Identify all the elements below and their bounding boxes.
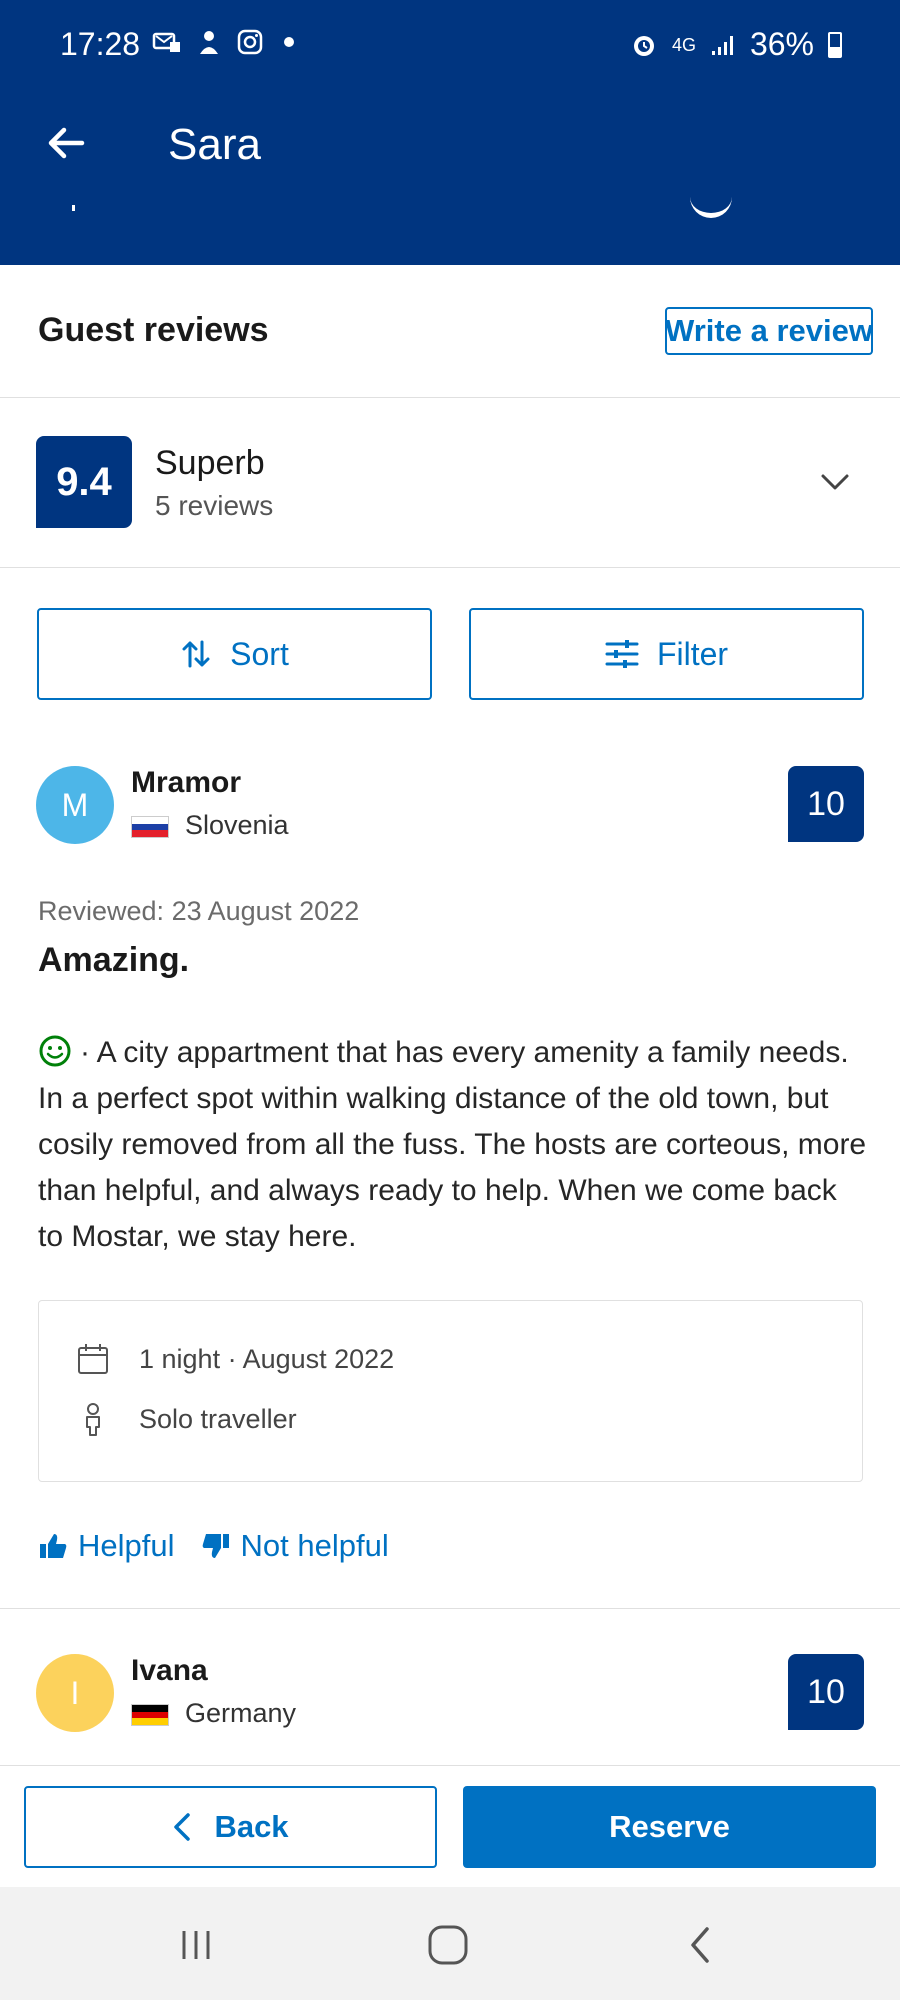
review-author: I Ivana Germany 10 (0, 1654, 900, 1754)
filter-button[interactable]: Filter (469, 608, 864, 700)
traveller-type: Solo traveller (75, 1401, 297, 1437)
signal-icon (711, 35, 733, 55)
app-notification-icon (200, 31, 218, 54)
stay-duration: 1 night · August 2022 (75, 1341, 394, 1377)
helpful-button[interactable]: Helpful (38, 1528, 175, 1564)
reviewed-date: Reviewed: 23 August 2022 (38, 896, 360, 926)
review-title: Amazing. (38, 941, 190, 979)
calendar-icon (78, 1344, 108, 1374)
smiley-positive-icon (39, 1035, 71, 1067)
reviewer-name: Ivana (131, 1654, 208, 1687)
more-notifications-dot (284, 37, 294, 47)
write-review-button[interactable]: Write a review (665, 307, 873, 355)
review-text: · A city appartment that has every ameni… (38, 1036, 867, 1253)
not-helpful-label: Not helpful (240, 1528, 389, 1563)
filter-label: Filter (656, 635, 729, 672)
battery-icon (828, 31, 842, 58)
filter-sliders-icon (605, 640, 639, 668)
system-navigation-bar (0, 1887, 900, 2000)
sort-icon (182, 640, 210, 668)
home-icon[interactable] (418, 1917, 478, 1973)
person-icon (86, 1403, 100, 1436)
review-score-badge: 10 (788, 1654, 864, 1730)
review-divider (0, 1608, 900, 1609)
rating-word: Superb (155, 444, 265, 482)
review-count: 5 reviews (155, 490, 274, 521)
alarm-icon (633, 35, 654, 56)
sort-label: Sort (230, 635, 289, 672)
review-author: M Mramor Slovenia 10 (0, 766, 900, 866)
reviewer-country: Germany (185, 1698, 297, 1728)
status-bar: 17:28 4G 36% (0, 0, 900, 90)
review-score-badge: 10 (788, 766, 864, 842)
network-type: 4G (671, 34, 696, 55)
app-header: 17:28 4G 36% Sara (0, 0, 900, 265)
helpful-label: Helpful (78, 1528, 175, 1563)
nav-row: Sara (0, 100, 900, 190)
reserve-button[interactable]: Reserve (463, 1786, 876, 1868)
back-label: Back (214, 1809, 289, 1844)
reviewer-country: Slovenia (185, 810, 289, 840)
reviewer-name: Mramor (131, 766, 242, 799)
thumbs-up-icon (40, 1534, 67, 1558)
sort-button[interactable]: Sort (37, 608, 432, 700)
traveller-type-text: Solo traveller (139, 1403, 297, 1434)
score-summary[interactable]: 9.4 Superb 5 reviews (0, 398, 900, 568)
chevron-down-icon[interactable] (817, 464, 853, 500)
footer-action-bar: Back Reserve (0, 1765, 900, 1887)
page-title: Sara (168, 120, 261, 169)
chevron-left-icon (174, 1813, 191, 1841)
status-time: 17:28 (60, 26, 141, 62)
avatar: M (36, 766, 114, 844)
helpful-votes: Helpful Not helpful (38, 1528, 389, 1564)
arrow-left-icon[interactable] (42, 118, 92, 168)
overall-score-badge: 9.4 (36, 436, 132, 528)
message-notification-icon (152, 32, 180, 52)
thumbs-down-icon (202, 1534, 229, 1558)
instagram-icon (237, 29, 263, 55)
slovenia-flag-icon (131, 816, 169, 838)
battery-percent: 36% (749, 26, 814, 62)
germany-flag-icon (131, 1704, 169, 1726)
reviews-header: Guest reviews Write a review (0, 265, 900, 398)
not-helpful-button[interactable]: Not helpful (201, 1528, 389, 1564)
stay-duration-text: 1 night · August 2022 (139, 1343, 395, 1374)
review-body: · A city appartment that has every ameni… (38, 1030, 868, 1260)
notification-icons (152, 28, 294, 56)
header-decoration-curve (690, 196, 732, 218)
system-status: 4G 36% (630, 26, 842, 63)
back-button[interactable]: Back (24, 1786, 437, 1868)
header-decoration (72, 205, 75, 211)
stay-details-card: 1 night · August 2022 Solo traveller (38, 1300, 863, 1482)
avatar: I (36, 1654, 114, 1732)
section-title: Guest reviews (38, 311, 269, 349)
system-back-icon[interactable] (670, 1917, 730, 1973)
recent-apps-icon[interactable] (166, 1917, 226, 1973)
